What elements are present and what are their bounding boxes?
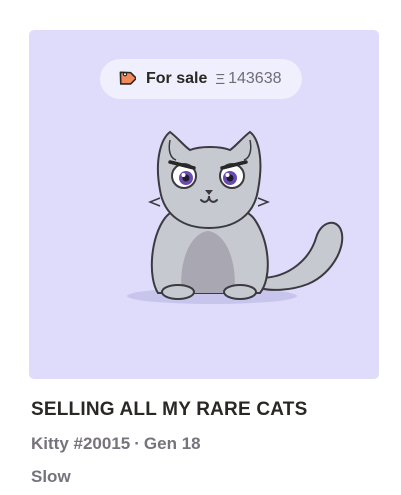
- kitty-illustration: [127, 130, 344, 304]
- for-sale-label: For sale: [146, 70, 208, 87]
- meta-separator: ·: [134, 434, 140, 453]
- sale-price: Ξ 143638: [215, 70, 281, 88]
- kitty-meta: Kitty #20015 · Gen 18: [31, 434, 201, 454]
- kitty-id: Kitty #20015: [31, 434, 131, 453]
- kitty-generation: Gen 18: [143, 434, 201, 453]
- kitty-cooldown-speed: Slow: [31, 467, 71, 486]
- ether-symbol: Ξ: [215, 70, 226, 88]
- for-sale-badge: For sale Ξ 143638: [100, 59, 302, 99]
- kitty-name[interactable]: SELLING ALL MY RARE CATS: [31, 399, 307, 421]
- price-tag-icon: [114, 68, 136, 90]
- sale-price-value: 143638: [228, 70, 282, 87]
- kitty-card[interactable]: For sale Ξ 143638 SELLING ALL MY RARE CA…: [0, 0, 401, 495]
